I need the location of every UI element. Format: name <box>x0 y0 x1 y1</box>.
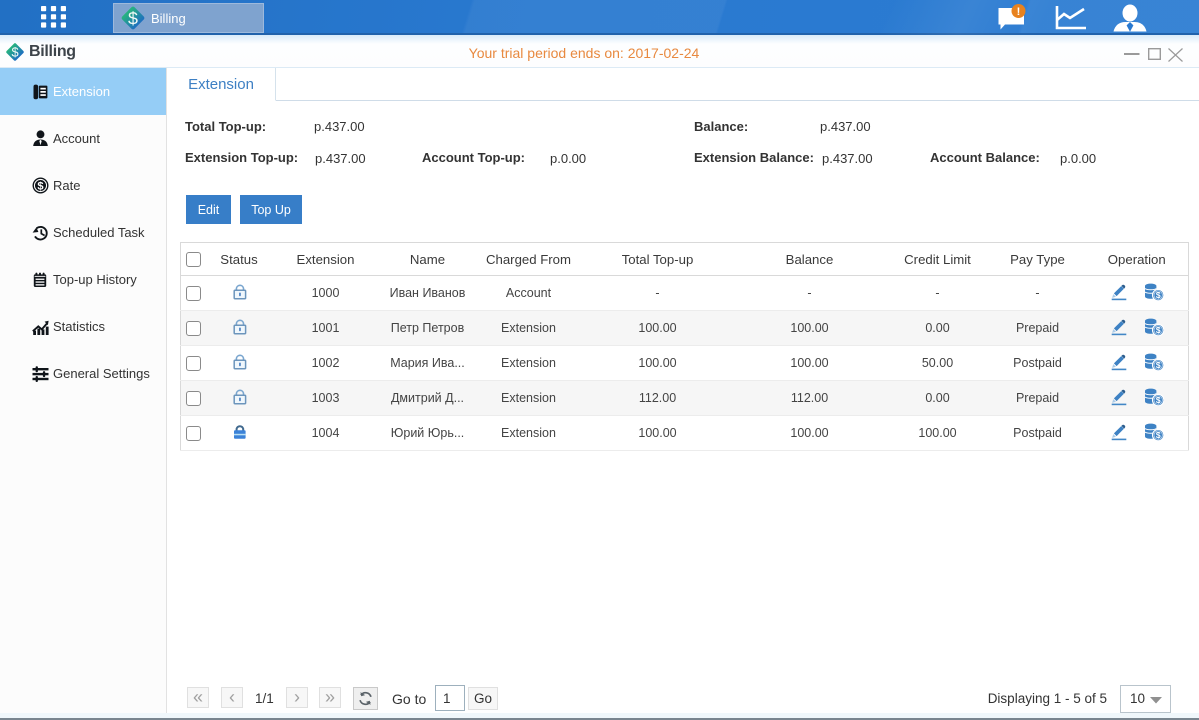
svg-text:$: $ <box>37 181 44 193</box>
svg-text:$: $ <box>128 8 138 28</box>
svg-text:!: ! <box>1017 6 1021 18</box>
